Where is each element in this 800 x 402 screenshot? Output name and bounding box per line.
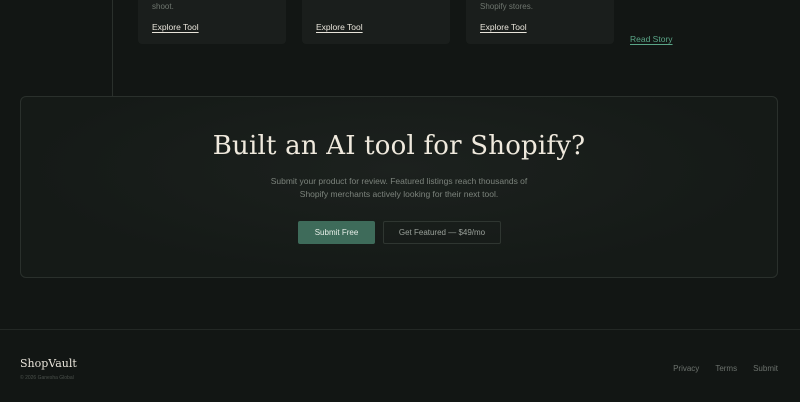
cta-title: Built an AI tool for Shopify? (212, 131, 586, 161)
explore-tool-link-3[interactable]: Explore Tool (480, 22, 527, 32)
divider-vertical (112, 0, 113, 96)
footer-nav: Privacy Terms Submit (673, 364, 778, 373)
read-story-link[interactable]: Read Story (630, 34, 673, 44)
explore-tool-link-1[interactable]: Explore Tool (152, 22, 199, 32)
footer-link-terms[interactable]: Terms (715, 364, 737, 373)
footer-link-privacy[interactable]: Privacy (673, 364, 699, 373)
card-description: shoot. (152, 2, 174, 11)
get-featured-button[interactable]: Get Featured — $49/mo (383, 221, 501, 244)
card-description: Shopify stores. (480, 2, 533, 11)
footer-copyright: © 2026 Ganesha Global (20, 375, 74, 381)
footer-link-submit[interactable]: Submit (753, 364, 778, 373)
cta-subtitle-line-1: Submit your product for review. Featured… (270, 176, 528, 186)
cta-subtitle-line-2: Shopify merchants actively looking for t… (299, 189, 499, 199)
tool-card-1: shoot. Explore Tool (138, 0, 286, 44)
tool-card-3: Shopify stores. Explore Tool (466, 0, 614, 44)
tool-card-2: Explore Tool (302, 0, 450, 44)
explore-tool-link-2[interactable]: Explore Tool (316, 22, 363, 32)
cta-subtitle: Submit your product for review. Featured… (21, 175, 777, 201)
footer-divider (0, 329, 800, 330)
submit-cta-panel: Built an AI tool for Shopify? Submit you… (20, 96, 778, 278)
submit-free-button[interactable]: Submit Free (298, 221, 375, 244)
footer-brand: ShopVault (20, 357, 77, 370)
